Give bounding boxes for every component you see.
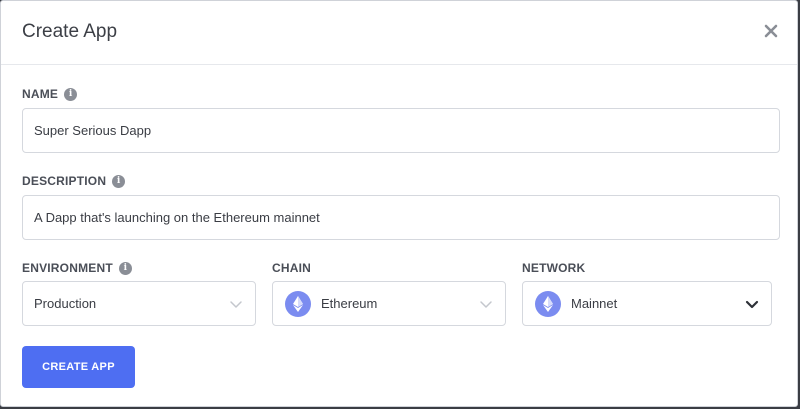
description-label: DESCRIPTION i (22, 174, 126, 188)
chain-label: CHAIN (272, 261, 311, 275)
create-app-button[interactable]: CREATE APP (22, 346, 135, 388)
chain-label-text: CHAIN (272, 261, 311, 275)
modal-title: Create App (22, 21, 118, 42)
network-select[interactable]: Mainnet (522, 281, 772, 326)
description-input-value: A Dapp that's launching on the Ethereum … (34, 210, 320, 225)
environment-label: ENVIRONMENT i (22, 261, 132, 275)
name-input[interactable]: Super Serious Dapp (22, 108, 780, 153)
ethereum-icon (285, 290, 311, 317)
modal-header: Create App (1, 1, 797, 65)
name-label: NAME i (22, 87, 78, 101)
close-icon[interactable] (763, 23, 779, 39)
name-label-text: NAME (22, 87, 59, 101)
create-app-button-label: CREATE APP (42, 361, 115, 373)
chain-select-value: Ethereum (321, 296, 378, 311)
create-app-modal: Create App NAME i Super Serious Dapp DES… (0, 0, 798, 407)
chevron-down-icon (230, 300, 242, 308)
network-label: NETWORK (522, 261, 585, 275)
environment-label-text: ENVIRONMENT (22, 261, 113, 275)
environment-select[interactable]: Production (22, 281, 256, 326)
info-icon[interactable]: i (64, 87, 78, 101)
ethereum-icon (535, 290, 561, 317)
chain-select[interactable]: Ethereum (272, 281, 506, 326)
network-label-text: NETWORK (522, 261, 586, 275)
name-input-value: Super Serious Dapp (34, 123, 152, 138)
description-input[interactable]: A Dapp that's launching on the Ethereum … (22, 195, 780, 240)
environment-select-value: Production (34, 296, 97, 311)
description-label-text: DESCRIPTION (22, 174, 107, 188)
info-icon[interactable]: i (112, 174, 126, 188)
chevron-down-icon (480, 300, 492, 308)
info-icon[interactable]: i (118, 261, 132, 275)
chevron-down-icon (745, 300, 759, 308)
network-select-value: Mainnet (571, 296, 618, 311)
